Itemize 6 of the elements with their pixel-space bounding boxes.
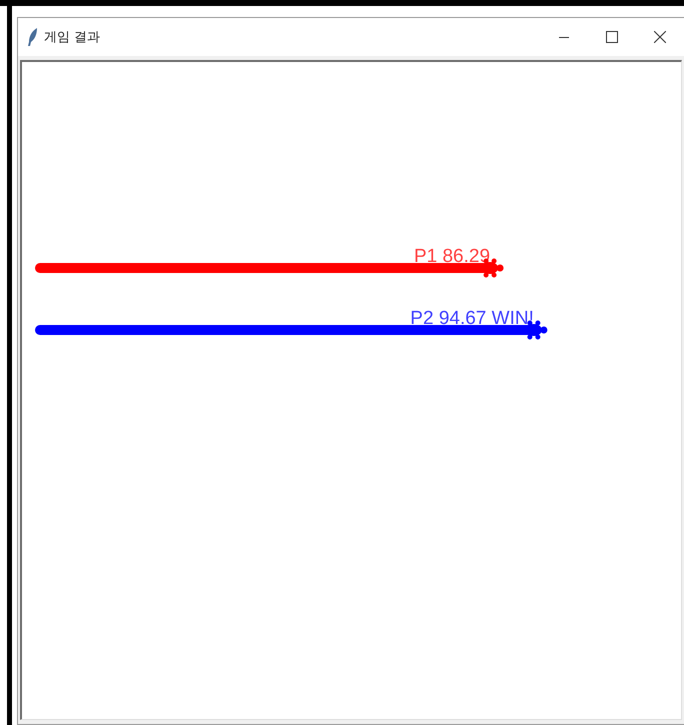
score-label: P1 86.29 — [414, 246, 490, 267]
feather-icon — [28, 28, 38, 46]
close-icon — [654, 31, 666, 43]
window-title: 게임 결과 — [44, 29, 100, 46]
score-label: P2 94.67 WIN! — [410, 308, 534, 329]
maximize-icon — [606, 31, 618, 43]
